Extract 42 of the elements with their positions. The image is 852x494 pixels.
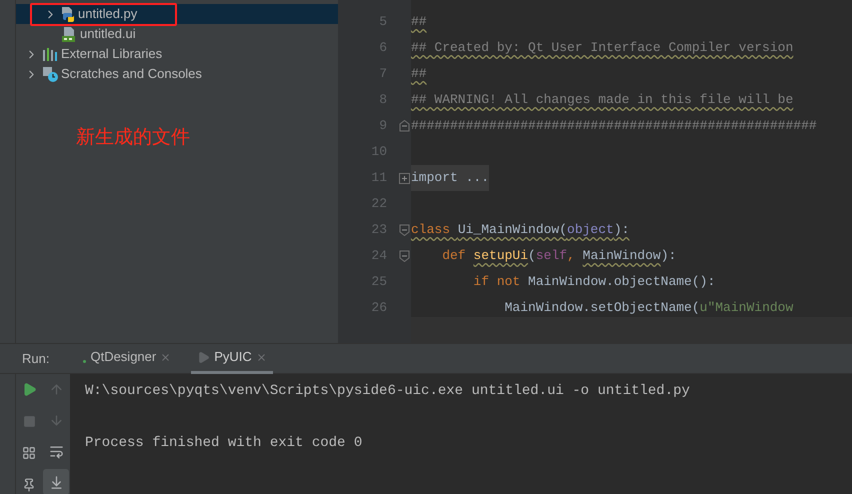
- libraries-icon: [42, 47, 58, 61]
- code-line: ####################################################: [411, 117, 817, 136]
- close-icon[interactable]: [256, 352, 267, 362]
- stop-icon: [22, 414, 36, 428]
- code-line: ## WARNING! All changes made in this file will be: [411, 91, 794, 110]
- fold-marker-icon[interactable]: [399, 224, 410, 236]
- tree-row[interactable]: untitled.py: [16, 4, 338, 24]
- tree-item-label[interactable]: External Libraries: [61, 44, 162, 64]
- qt-file-icon: [61, 26, 77, 42]
- code-line: def setupUi(self, MainWindow):: [441, 247, 676, 266]
- fold-marker-icon[interactable]: [399, 250, 410, 262]
- expand-fold-icon[interactable]: [399, 172, 410, 184]
- scratches-icon: [42, 66, 58, 82]
- code-line: ##: [411, 13, 427, 32]
- console-command: W:\sources\pyqts\venv\Scripts\pyside6-uic.exe untitled.ui -o untitled.py: [85, 382, 691, 401]
- run-tab[interactable]: QtDesigner: [77, 344, 178, 374]
- folded-code[interactable]: import ...: [411, 165, 490, 191]
- play-icon: [22, 382, 36, 396]
- code-line: ## Created by: Qt User Interface Compiler version: [411, 39, 794, 58]
- wrap-icon: [48, 444, 64, 458]
- tree-item-label[interactable]: Scratches and Consoles: [61, 64, 202, 84]
- arrow-down-icon: [48, 412, 64, 428]
- code-line: if not MainWindow.objectName():: [472, 273, 716, 292]
- annotation-text: 新生成的文件: [76, 127, 190, 148]
- code-line: ##: [411, 65, 427, 84]
- tree-item-label[interactable]: untitled.py: [78, 4, 138, 24]
- scroll-to-end-icon: [48, 474, 64, 490]
- tree-row[interactable]: untitled.ui: [16, 24, 338, 44]
- code-line: class Ui_MainWindow(object):: [411, 221, 630, 240]
- play-icon: [197, 350, 210, 364]
- grid-icon: [22, 446, 36, 460]
- scroll-to-end-button[interactable]: [43, 469, 69, 494]
- code-line: MainWindow.setObjectName(u"MainWindow: [504, 299, 794, 318]
- tree-item-label[interactable]: untitled.ui: [80, 24, 136, 44]
- pin-icon: [22, 478, 36, 492]
- close-icon[interactable]: [160, 352, 172, 362]
- tree-row[interactable]: External Libraries: [16, 44, 338, 64]
- run-label: Run:: [22, 350, 50, 368]
- tree-row[interactable]: Scratches and Consoles: [16, 64, 338, 84]
- console-message: Process finished with exit code 0: [85, 434, 364, 453]
- fold-marker-icon[interactable]: [399, 120, 410, 132]
- python-file-icon: [61, 6, 75, 22]
